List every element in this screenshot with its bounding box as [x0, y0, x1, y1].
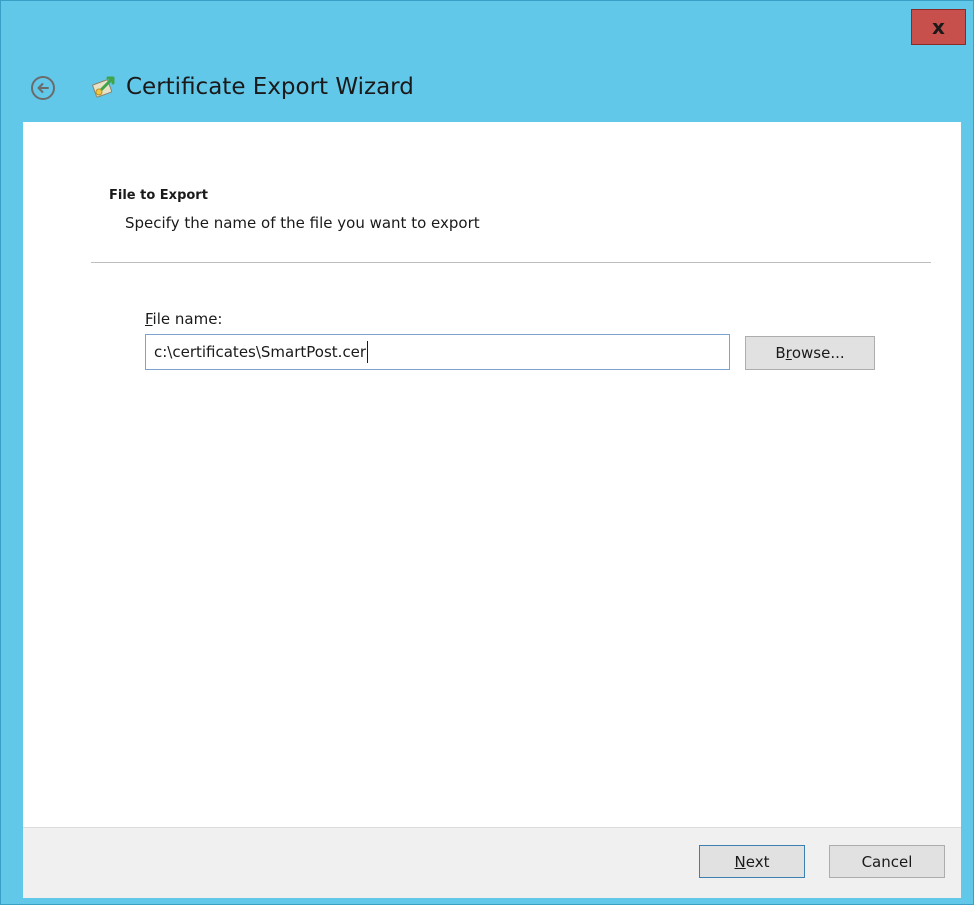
- wizard-content: File to Export Specify the name of the f…: [23, 122, 961, 827]
- close-button[interactable]: x: [911, 9, 966, 45]
- file-name-input[interactable]: c:\certificates\SmartPost.cer: [145, 334, 730, 370]
- back-arrow-icon: [37, 83, 49, 93]
- next-accel-key: N: [734, 852, 746, 871]
- wizard-footer: Next Cancel: [23, 827, 961, 898]
- certificate-wizard-icon: [92, 76, 115, 98]
- wizard-window: x Certificate Export Wizard File to Expo…: [0, 0, 974, 905]
- wizard-title: Certificate Export Wizard: [126, 74, 414, 100]
- file-name-label-text: ile name:: [152, 310, 223, 328]
- browse-label-pre: B: [775, 344, 786, 362]
- browse-button[interactable]: Br owse...: [745, 336, 875, 370]
- section-subtitle: Specify the name of the file you want to…: [125, 214, 480, 232]
- next-button[interactable]: Next: [699, 845, 805, 878]
- cancel-label: Cancel: [861, 852, 913, 871]
- text-caret: [367, 341, 369, 363]
- file-name-label: File name:: [145, 310, 222, 328]
- next-label-rest: ext: [745, 852, 770, 871]
- close-icon: x: [932, 15, 945, 39]
- back-button[interactable]: [31, 76, 55, 100]
- section-title: File to Export: [109, 188, 208, 203]
- file-name-accel-key: F: [145, 310, 153, 328]
- file-name-value: c:\certificates\SmartPost.cer: [154, 343, 367, 361]
- browse-label-post: owse...: [791, 344, 845, 362]
- cancel-button[interactable]: Cancel: [829, 845, 945, 878]
- wizard-header: Certificate Export Wizard: [11, 51, 963, 121]
- divider: [91, 262, 931, 263]
